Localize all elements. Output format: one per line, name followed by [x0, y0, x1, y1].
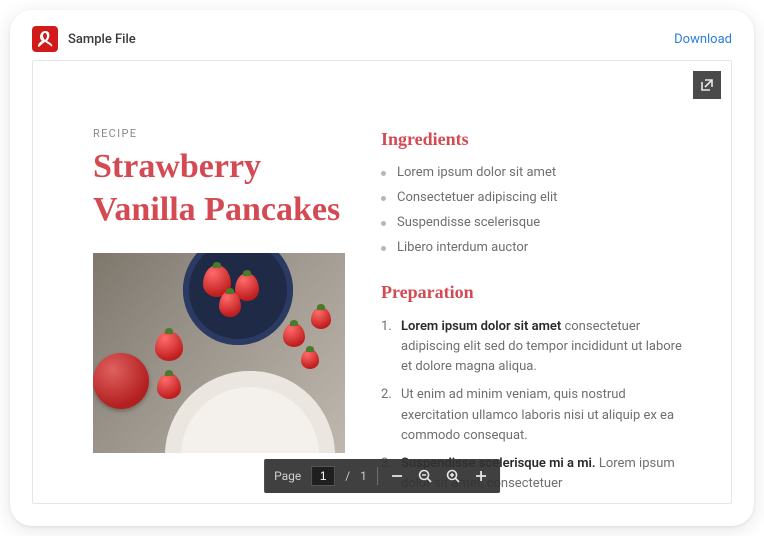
toolbar-divider: [377, 467, 378, 485]
page-separator: /: [345, 469, 350, 483]
file-title: Sample File: [68, 32, 136, 47]
download-link[interactable]: Download: [674, 32, 732, 47]
ingredient-item: Suspendisse scelerisque: [381, 210, 691, 235]
header-left: Sample File: [32, 26, 136, 52]
document-page: RECIPE Strawberry Vanilla Pancakes: [33, 61, 731, 503]
minus-icon: [390, 469, 404, 483]
preparation-step: Ut enim ad minim veniam, quis nostrud ex…: [381, 381, 691, 449]
ingredients-heading: Ingredients: [381, 129, 691, 150]
zoom-in-icon: [445, 468, 461, 484]
ingredient-item: Libero interdum auctor: [381, 235, 691, 260]
recipe-title: Strawberry Vanilla Pancakes: [93, 146, 345, 231]
ingredients-list: Lorem ipsum dolor sit amet Consectetuer …: [381, 160, 691, 260]
app-frame: Sample File Download RECIPE Strawberry V…: [10, 10, 754, 526]
plus-icon: [474, 469, 488, 483]
ingredient-item: Consectetuer adipiscing elit: [381, 185, 691, 210]
recipe-label: RECIPE: [93, 127, 345, 140]
zoom-in-button[interactable]: [444, 467, 462, 485]
preparation-heading: Preparation: [381, 282, 691, 303]
page-total: 1: [360, 469, 367, 483]
page-input[interactable]: [311, 466, 335, 486]
page-label: Page: [274, 469, 301, 483]
recipe-photo: [93, 253, 345, 453]
right-column: Ingredients Lorem ipsum dolor sit amet C…: [381, 127, 691, 483]
preparation-step: Lorem ipsum dolor sit amet consectetuer …: [381, 313, 691, 381]
pdf-viewer: RECIPE Strawberry Vanilla Pancakes: [32, 60, 732, 504]
open-external-icon: [699, 77, 715, 93]
ingredient-item: Lorem ipsum dolor sit amet: [381, 160, 691, 185]
header: Sample File Download: [10, 10, 754, 60]
zoom-out-icon: [417, 468, 433, 484]
left-column: RECIPE Strawberry Vanilla Pancakes: [93, 127, 345, 483]
zoom-in-plus-button[interactable]: [472, 467, 490, 485]
zoom-out-minus-button[interactable]: [388, 467, 406, 485]
zoom-out-button[interactable]: [416, 467, 434, 485]
pdf-toolbar: Page / 1: [264, 459, 500, 493]
pdf-icon: [32, 26, 58, 52]
open-external-button[interactable]: [693, 71, 721, 99]
